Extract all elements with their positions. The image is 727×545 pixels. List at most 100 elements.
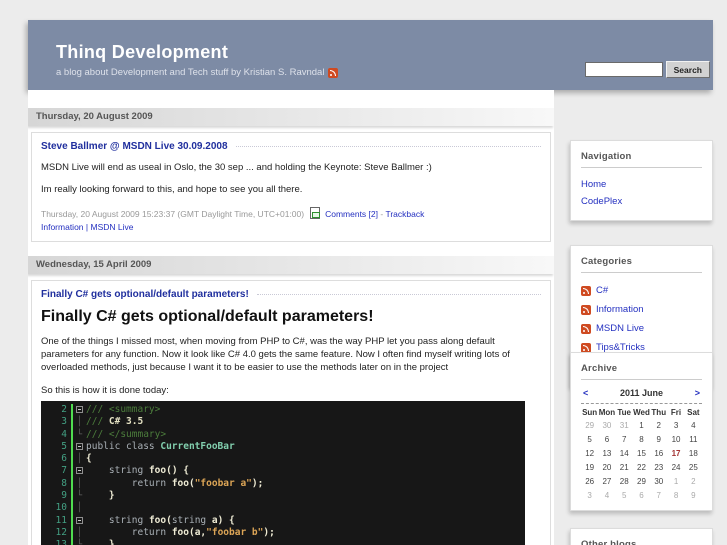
sidebar-heading: Navigation xyxy=(581,141,702,168)
calendar-day-cell: 1 xyxy=(673,476,679,486)
post: Finally C# gets optional/default paramet… xyxy=(31,279,551,545)
search-input[interactable] xyxy=(584,62,663,77)
calendar-day-name: Wed xyxy=(633,408,650,417)
calendar-prev-button[interactable]: < xyxy=(583,388,588,398)
calendar-day-cell: 8 xyxy=(673,490,679,500)
line-number: 12 xyxy=(55,526,67,538)
calendar-day-cell: 2 xyxy=(691,476,696,486)
calendar-day-cell: 1 xyxy=(639,420,644,430)
code-line: 6 │{ xyxy=(41,453,525,466)
code-line: 12 │ return foo(a,"foobar b"); xyxy=(41,526,525,540)
calendar-today-cell: 17 xyxy=(671,448,681,458)
comments-link[interactable]: Comments [2] xyxy=(325,209,378,219)
rss-icon[interactable] xyxy=(328,67,339,78)
calendar-day-cell: 20 xyxy=(602,462,612,472)
code-text: } xyxy=(108,539,115,545)
search-button[interactable]: Search xyxy=(665,61,710,78)
category-item: C# xyxy=(581,281,702,300)
calendar-day-cell: 28 xyxy=(619,476,629,486)
date-header: Thursday, 20 August 2009 xyxy=(28,108,554,126)
rss-icon[interactable] xyxy=(581,323,591,334)
calendar-nav: < 2011 June > xyxy=(581,384,702,400)
category-link[interactable]: C# xyxy=(596,281,608,300)
fold-guide: │ xyxy=(76,478,83,489)
calendar-day-cell: 3 xyxy=(673,420,679,430)
code-text: return foo(a,"foobar b"); xyxy=(131,526,275,538)
calendar-day-cell: 22 xyxy=(637,462,646,472)
line-number: 6 xyxy=(61,453,67,465)
sidebar-heading: Categories xyxy=(581,246,702,273)
rss-icon[interactable] xyxy=(581,285,591,296)
code-text: /// C# 3.5 xyxy=(86,416,144,428)
calendar-table: Sun Mon Tue Wed Thu Fri Sat 29 30 31 1 2 3 4 5 6 7 8 9 10 11… xyxy=(581,405,702,502)
code-text: return foo("foobar a"); xyxy=(131,477,264,489)
post-title-row: Steve Ballmer @ MSDN Live 30.09.2008 xyxy=(41,141,541,152)
code-text: string foo(string a) { xyxy=(108,514,235,526)
calendar-next-button[interactable]: > xyxy=(695,388,700,398)
category-link[interactable]: Information xyxy=(596,300,644,319)
title-rule xyxy=(235,146,541,147)
line-number: 7 xyxy=(61,465,67,477)
calendar-month-label: 2011 June xyxy=(619,388,664,398)
line-number: 11 xyxy=(55,514,67,526)
code-text: } xyxy=(108,490,115,502)
sidebar-link[interactable]: CodePlex xyxy=(581,193,702,210)
calendar-day-cell: 18 xyxy=(688,448,698,458)
sidebar-heading: Archive xyxy=(581,353,702,380)
calendar-day-cell: 14 xyxy=(619,448,629,458)
archive-calendar: < 2011 June > Sun Mon Tue Wed Thu Fri Sat 29 30 3… xyxy=(581,384,702,502)
post-paragraph: MSDN Live will end as useal in Oslo, the… xyxy=(41,162,432,173)
code-text: public class CurrentFooBar xyxy=(86,440,235,452)
fold-guide: │ xyxy=(76,503,83,514)
calendar-day-name: Fri xyxy=(670,408,682,417)
post-title-row: Finally C# gets optional/default paramet… xyxy=(41,289,541,300)
sidebar-heading: Other blogs xyxy=(581,529,702,545)
category-separator: | xyxy=(85,222,89,233)
calendar-day-cell: 7 xyxy=(656,490,661,500)
category-link[interactable]: MSDN Live xyxy=(596,319,644,338)
calendar-day-cell: 21 xyxy=(619,462,629,472)
post-title-link[interactable]: Finally C# gets optional/default paramet… xyxy=(41,289,249,300)
rss-icon[interactable] xyxy=(581,342,591,353)
post-paragraph: One of the things I missed most, when mo… xyxy=(41,335,510,374)
calendar-day-cell: 16 xyxy=(654,448,664,458)
code-text: /// <summary> xyxy=(86,403,161,415)
rss-icon[interactable] xyxy=(581,304,591,315)
calendar-day-cell: 25 xyxy=(688,462,698,472)
title-rule xyxy=(256,293,541,295)
post-title-link[interactable]: Steve Ballmer @ MSDN Live 30.09.2008 xyxy=(41,141,228,152)
post-footer: Thursday, 20 August 2009 15:23:37 (GMT D… xyxy=(41,206,541,235)
calendar-day-name: Mon xyxy=(598,408,616,417)
fold-collapse-icon xyxy=(73,404,86,416)
post: Steve Ballmer @ MSDN Live 30.09.2008 MSD… xyxy=(31,132,551,242)
fold-collapse-icon xyxy=(73,465,86,477)
code-line: 2 /// <summary> xyxy=(41,403,525,417)
code-text: { xyxy=(86,453,92,465)
fold-guide: └ xyxy=(76,491,83,502)
calendar-day-cell: 29 xyxy=(585,420,595,430)
calendar-day-cell: 24 xyxy=(671,462,681,472)
calendar-day-cell: 23 xyxy=(654,462,664,472)
sidebar-link[interactable]: Home xyxy=(581,176,702,193)
site-header: Thinq Development a blog about Developme… xyxy=(28,20,713,90)
calendar-day-name: Sat xyxy=(687,408,700,417)
calendar-day-cell: 7 xyxy=(621,434,627,444)
sidebar-archive-box: Archive < 2011 June > Sun Mon Tue Wed Thu Fri… xyxy=(570,352,713,511)
calendar-day-cell: 10 xyxy=(671,434,681,444)
code-text: string foo() { xyxy=(108,465,189,477)
calendar-day-cell: 26 xyxy=(585,476,595,486)
calendar-day-cell: 8 xyxy=(639,434,644,444)
calendar-day-cell: 5 xyxy=(587,434,592,444)
line-number: 9 xyxy=(61,490,67,502)
mail-icon[interactable] xyxy=(310,206,321,219)
calendar-day-cell: 15 xyxy=(637,448,646,458)
line-number: 10 xyxy=(55,502,67,514)
calendar-day-name: Tue xyxy=(617,408,632,417)
category-link[interactable]: Information xyxy=(41,222,84,232)
calendar-divider xyxy=(581,403,702,404)
trackback-link[interactable]: Trackback xyxy=(385,209,424,219)
code-line: 3 │/// C# 3.5 xyxy=(41,416,525,429)
calendar-day-cell: 4 xyxy=(691,420,696,430)
calendar-day-cell: 30 xyxy=(602,420,612,430)
category-link[interactable]: MSDN Live xyxy=(91,222,134,232)
